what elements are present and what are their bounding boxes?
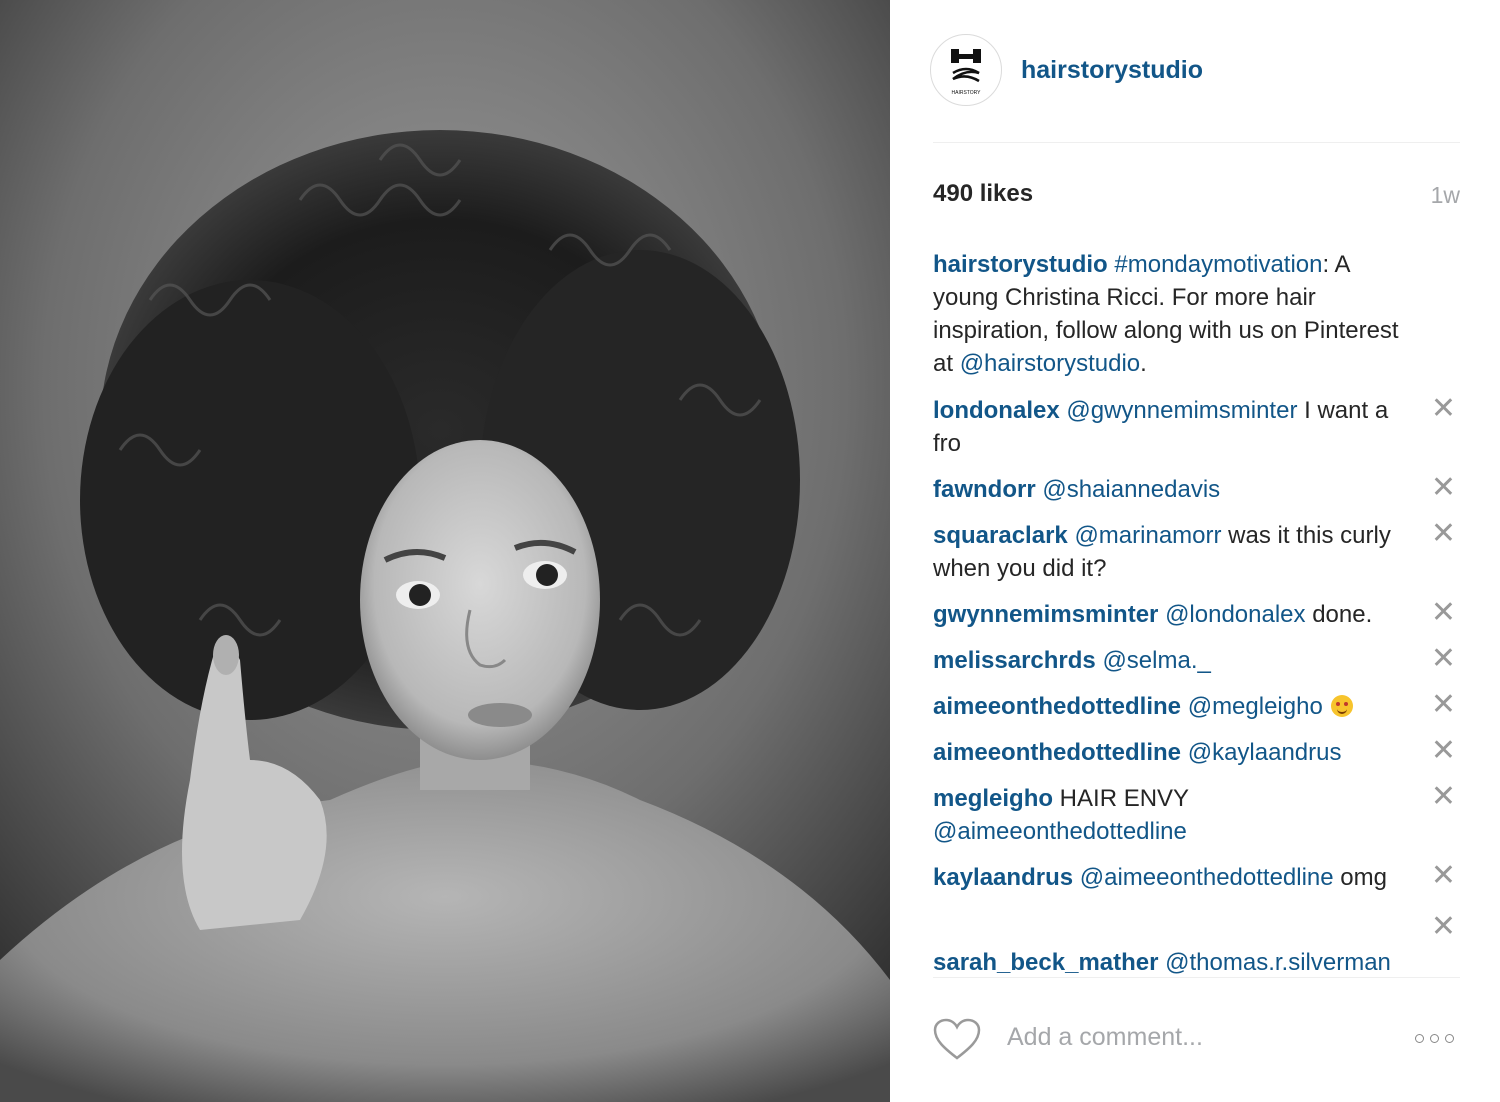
header-divider	[933, 142, 1460, 143]
comment-text: done.	[1305, 601, 1373, 628]
heart-eyes-cat-emoji	[1330, 695, 1353, 717]
remove-comment-icon[interactable]: ✕	[1431, 519, 1456, 549]
post-timestamp: 1w	[1430, 182, 1460, 208]
likes-count[interactable]: 490 likes	[933, 180, 1033, 208]
caption-author[interactable]: hairstorystudio	[933, 251, 1108, 278]
comment-item: fawndorr @shaiannedavis ✕	[933, 473, 1460, 506]
comment-author[interactable]: aimeeonthedottedline	[933, 739, 1181, 766]
comment-author[interactable]: melissarchrds	[933, 647, 1096, 674]
comment-mention[interactable]: @aimeeonthedottedline	[1080, 864, 1334, 891]
comment-item: gwynnemimsminter @londonalex done. ✕	[933, 598, 1460, 631]
remove-comment-icon[interactable]: ✕	[1431, 690, 1456, 720]
remove-comment-icon[interactable]: ✕	[1431, 473, 1456, 503]
heart-icon[interactable]	[932, 1017, 982, 1061]
comment-mention[interactable]: @thomas.r.silverman	[1165, 949, 1391, 976]
post-caption: hairstorystudio #mondaymotivation: A you…	[933, 248, 1460, 380]
hairstory-logo-icon: HAIRSTORY	[951, 49, 982, 96]
remove-comment-icon[interactable]: ✕	[1431, 736, 1456, 766]
dot	[1430, 1034, 1439, 1043]
post-author-username[interactable]: hairstorystudio	[1021, 56, 1203, 85]
remove-comment-icon[interactable]: ✕	[1431, 598, 1456, 628]
dot	[1415, 1034, 1424, 1043]
comment-author[interactable]: kaylaandrus	[933, 864, 1073, 891]
caption-text-end: .	[1140, 350, 1147, 377]
remove-comment-icon[interactable]: ✕	[1431, 861, 1456, 891]
comments-list[interactable]: hairstorystudio #mondaymotivation: A you…	[933, 248, 1460, 976]
comment-item: kaylaandrus @aimeeonthedottedline omg ✕	[933, 861, 1460, 894]
comment-item: aimeeonthedottedline @megleigho ✕	[933, 690, 1460, 723]
comment-text: omg	[1333, 864, 1387, 891]
comment-item: squaraclark @marinamorr was it this curl…	[933, 519, 1460, 585]
comment-mention[interactable]: @londonalex	[1165, 601, 1305, 628]
footer-divider	[933, 977, 1460, 978]
post-view: HAIRSTORY hairstorystudio 490 likes 1w h…	[0, 0, 1500, 1102]
comment-text: HAIR ENVY	[1053, 785, 1189, 812]
comment-mention[interactable]: @marinamorr	[1074, 522, 1221, 549]
dot	[1445, 1034, 1454, 1043]
svg-text:HAIRSTORY: HAIRSTORY	[952, 90, 982, 96]
comment-mention[interactable]: @kaylaandrus	[1188, 739, 1342, 766]
comment-item: megleigho HAIR ENVY @aimeeonthedottedlin…	[933, 782, 1460, 848]
add-comment-input[interactable]	[1005, 1022, 1389, 1053]
more-options-icon[interactable]	[1415, 1034, 1454, 1043]
comment-mention[interactable]: @megleigho	[1188, 693, 1323, 720]
remove-comment-icon[interactable]: ✕	[1431, 782, 1456, 812]
comment-author[interactable]: megleigho	[933, 785, 1053, 812]
remove-comment-icon[interactable]: ✕	[1431, 394, 1456, 424]
comment-mention[interactable]: @gwynnemimsminter	[1066, 397, 1297, 424]
caption-hashtag[interactable]: #mondaymotivation	[1114, 251, 1322, 278]
comment-item: aimeeonthedottedline @kaylaandrus ✕	[933, 736, 1460, 769]
comment-item: londonalex @gwynnemimsminter I want a fr…	[933, 394, 1460, 460]
comment-author[interactable]: squaraclark	[933, 522, 1068, 549]
remove-comment-icon[interactable]: ✕	[1431, 912, 1456, 942]
comment-author[interactable]: sarah_beck_mather	[933, 949, 1158, 976]
remove-comment-icon[interactable]: ✕	[1431, 644, 1456, 674]
comment-author[interactable]: londonalex	[933, 397, 1060, 424]
comment-author[interactable]: aimeeonthedottedline	[933, 693, 1181, 720]
comment-mention[interactable]: @shaiannedavis	[1042, 476, 1220, 503]
caption-mention[interactable]: @hairstorystudio	[960, 350, 1140, 377]
comment-mention[interactable]: @selma._	[1102, 647, 1210, 674]
comment-author[interactable]: gwynnemimsminter	[933, 601, 1158, 628]
comment-author[interactable]: fawndorr	[933, 476, 1036, 503]
photo-illustration	[0, 0, 890, 1102]
profile-avatar[interactable]: HAIRSTORY	[930, 34, 1002, 106]
post-photo[interactable]	[0, 0, 890, 1102]
comment-mention[interactable]: @aimeeonthedottedline	[933, 818, 1187, 845]
comment-item: melissarchrds @selma._ ✕	[933, 644, 1460, 677]
comment-item: ✕ sarah_beck_mather @thomas.r.silverman	[933, 912, 1460, 977]
